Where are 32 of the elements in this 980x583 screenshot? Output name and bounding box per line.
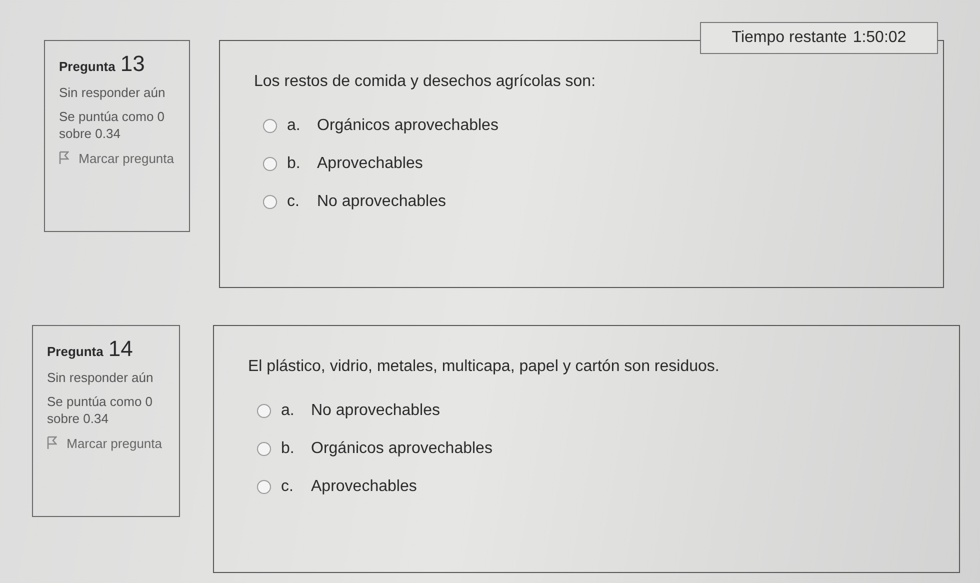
question-grade: Se puntúa como 0 sobre 0.34 — [59, 109, 166, 142]
question-label: Pregunta — [59, 59, 116, 74]
radio-button[interactable] — [263, 119, 277, 133]
option-label[interactable]: Orgánicos aprovechables — [311, 440, 492, 458]
question-text: Los restos de comida y desechos agrícolas son: — [254, 73, 597, 91]
flag-question-link[interactable]: Marcar pregunta — [59, 150, 181, 168]
option-letter: c. — [287, 193, 300, 211]
option-label[interactable]: Aprovechables — [317, 155, 423, 173]
radio-button[interactable] — [263, 157, 277, 171]
flag-question-link[interactable]: Marcar pregunta — [47, 434, 171, 452]
option-letter: b. — [281, 440, 296, 458]
option-label[interactable]: No aprovechables — [311, 402, 440, 420]
radio-button[interactable] — [263, 195, 277, 209]
timer-label: Tiempo restante — [732, 29, 847, 47]
radio-button[interactable] — [257, 480, 271, 494]
option-letter: a. — [287, 117, 302, 135]
option-letter: b. — [287, 155, 302, 173]
radio-button[interactable] — [257, 442, 271, 456]
question-label: Pregunta — [47, 344, 104, 359]
option-letter: a. — [281, 402, 296, 420]
option-label[interactable]: No aprovechables — [317, 193, 446, 211]
radio-button[interactable] — [257, 404, 271, 418]
question-status: Sin responder aún — [59, 85, 166, 102]
question-text: El plástico, vidrio, metales, multicapa, papel y cartón son residuos. — [248, 358, 720, 376]
option-letter: c. — [281, 478, 294, 496]
timer-value: 1:50:02 — [852, 29, 906, 47]
question-number: 13 — [120, 51, 145, 77]
option-label[interactable]: Orgánicos aprovechables — [317, 117, 498, 135]
question-grade: Se puntúa como 0 sobre 0.34 — [47, 394, 154, 427]
option-label[interactable]: Aprovechables — [311, 478, 417, 496]
question-status: Sin responder aún — [47, 370, 154, 386]
question-number: 14 — [108, 336, 133, 362]
